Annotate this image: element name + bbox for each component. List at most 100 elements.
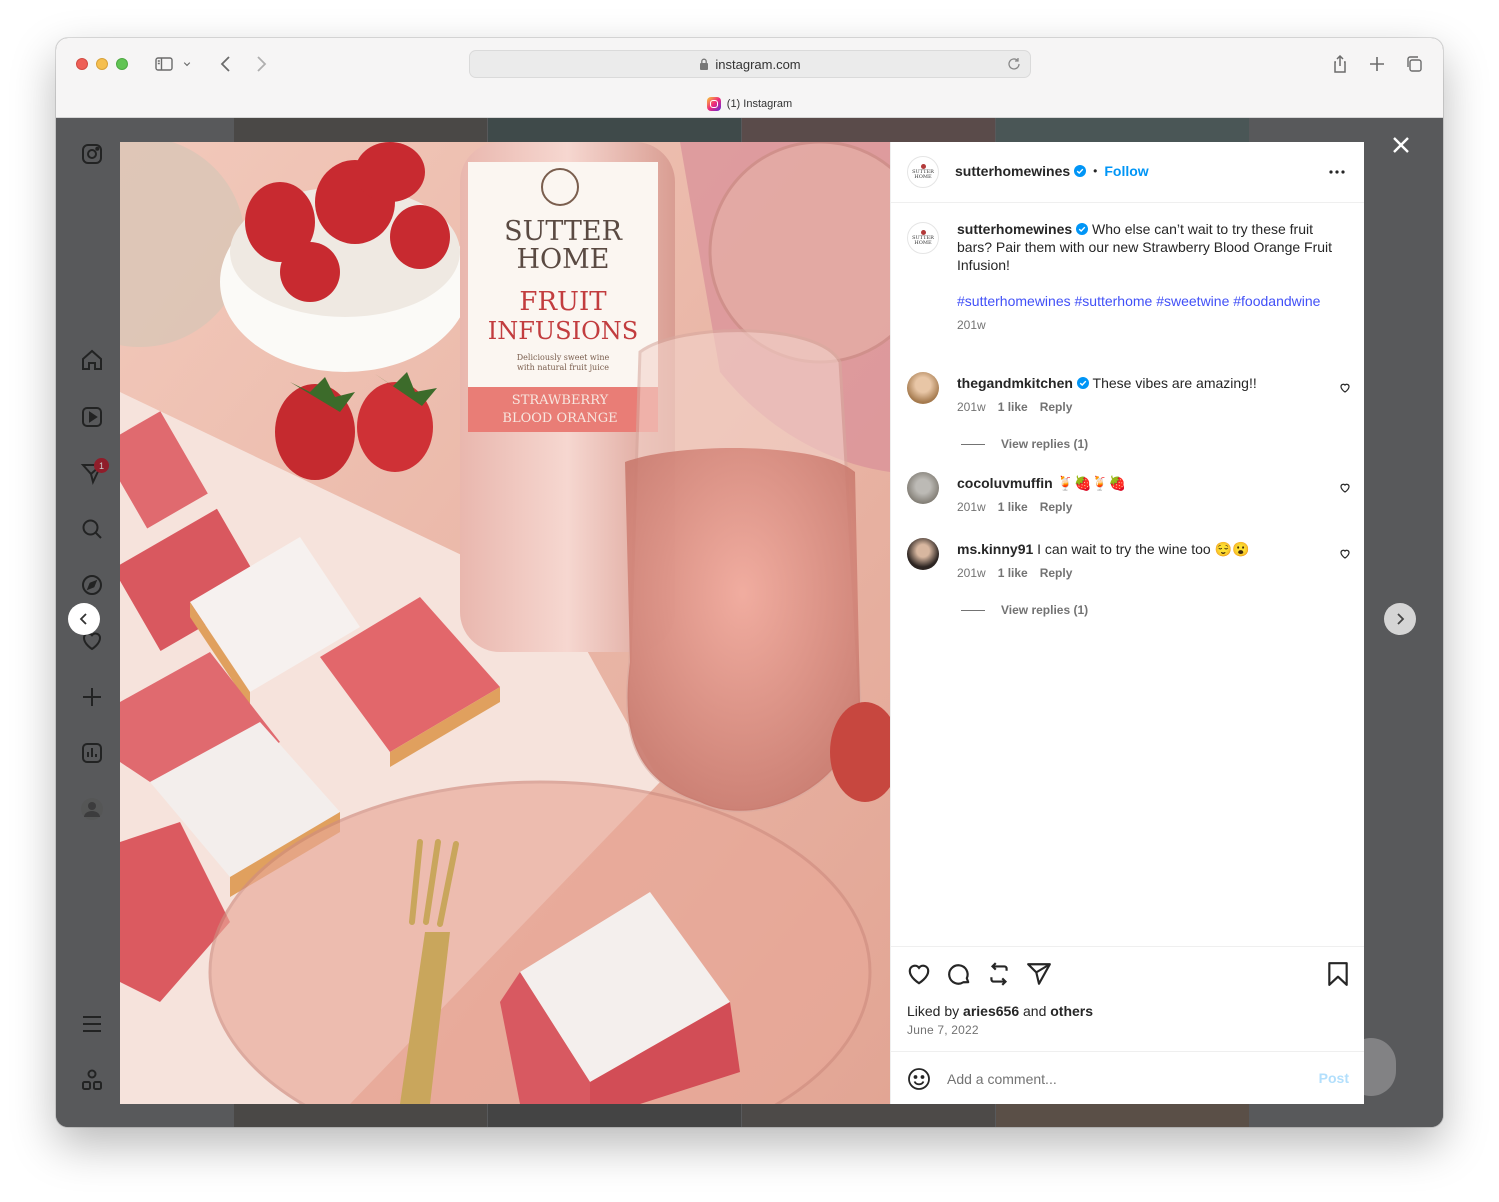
bottle-line-1: FRUIT [519,287,607,317]
background-tile [234,1104,487,1127]
comment: ms.kinny91 I can wait to try the wine to… [957,540,1337,582]
background-tile [488,1104,741,1127]
reply-button[interactable]: Reply [1040,500,1073,514]
post-detail-panel: SUTTER HOME sutterhomewines • Follow SUT… [890,142,1364,1104]
search-icon[interactable] [80,517,104,541]
caption: sutterhomewines Who else can’t wait to t… [957,220,1337,334]
comment-text: These vibes are amazing!! [1092,375,1257,391]
comment-username[interactable]: thegandmkitchen [957,375,1073,391]
bottle-flavor-1: STRAWBERRY [512,393,609,408]
post-date: June 7, 2022 [907,1023,979,1037]
tab-overview-icon[interactable] [1402,52,1426,76]
reels-icon[interactable] [80,405,104,429]
lock-icon [700,58,709,70]
save-bookmark-icon[interactable] [1325,961,1351,987]
emoji-icon[interactable] [907,1067,931,1091]
background-tile [488,118,741,142]
post-photo-illustration: SUTTER HOME FRUIT INFUSIONS Deliciously … [120,142,890,1104]
tab-title[interactable]: (1) Instagram [56,96,1443,112]
verified-badge-icon [1076,377,1089,389]
verified-badge-icon [1074,165,1087,177]
bottle-tag-1: Deliciously sweet wine [517,353,610,362]
instagram-favicon-icon [706,97,721,111]
caption-username[interactable]: sutterhomewines [957,221,1072,237]
comment-composer: Post [891,1051,1364,1104]
like-heart-icon[interactable] [906,961,932,987]
next-post-button[interactable] [1384,603,1416,635]
more-options-icon[interactable] [1327,162,1347,182]
caption-hashtags[interactable]: #sutterhomewines #sutterhome #sweetwine … [957,292,1337,310]
reply-button[interactable]: Reply [1040,400,1073,414]
chevron-down-icon[interactable] [180,52,194,76]
share-icon[interactable] [1328,52,1352,76]
background-tile [742,1104,995,1127]
previous-post-button[interactable] [68,603,100,635]
comment: thegandmkitchen These vibes are amazing!… [957,374,1337,416]
minimize-window-button[interactable] [96,58,108,70]
back-arrow-icon[interactable] [214,52,238,76]
browser-window: instagram.com (1) Instagram 1 SUTTER HOM… [56,38,1443,1127]
view-replies-button[interactable]: View replies (1) [961,603,1088,617]
share-paper-plane-icon[interactable] [1026,961,1052,987]
author-avatar[interactable]: SUTTER HOME [907,156,939,188]
zoom-window-button[interactable] [116,58,128,70]
address-text: instagram.com [715,56,801,72]
author-username[interactable]: sutterhomewines [955,163,1070,179]
commenter-avatar[interactable] [907,538,939,570]
background-tile [996,1104,1249,1127]
like-comment-heart-icon[interactable] [1339,482,1351,494]
more-apps-icon[interactable] [80,1068,104,1092]
comment-text: 🍹🍓🍹🍓 [1056,475,1127,491]
background-tile [234,118,487,142]
close-modal-icon[interactable] [1391,135,1411,155]
bottle-line-2: INFUSIONS [488,317,638,345]
like-comment-heart-icon[interactable] [1339,382,1351,394]
reply-button[interactable]: Reply [1040,566,1073,580]
menu-hamburger-icon[interactable] [80,1012,104,1036]
avatar-text: HOME [914,240,932,246]
liked-by-user[interactable]: aries656 [963,1003,1019,1019]
insights-chart-icon[interactable] [80,741,104,765]
view-replies-button[interactable]: View replies (1) [961,437,1088,451]
follow-button[interactable]: Follow [1104,163,1148,179]
profile-avatar[interactable] [80,797,104,821]
comment-username[interactable]: cocoluvmuffin [957,475,1053,491]
comment: cocoluvmuffin 🍹🍓🍹🍓 201w 1 like Reply [957,474,1337,516]
instagram-logo-icon[interactable] [80,142,104,166]
post-photo[interactable]: SUTTER HOME FRUIT INFUSIONS Deliciously … [120,142,890,1104]
address-bar[interactable]: instagram.com [469,50,1031,78]
comment-age: 201w [957,566,986,580]
liked-by-others[interactable]: others [1050,1003,1093,1019]
commenter-avatar[interactable] [907,472,939,504]
create-plus-icon[interactable] [80,685,104,709]
comment-likes[interactable]: 1 like [998,500,1028,514]
commenter-avatar[interactable] [907,372,939,404]
new-tab-icon[interactable] [1365,52,1389,76]
background-tile [742,118,995,142]
liked-by: Liked by aries656 and others [907,1003,1093,1019]
bottle-brand-line-2: HOME [516,244,609,275]
reload-icon[interactable] [1006,56,1022,72]
avatar-text: HOME [914,174,932,180]
home-icon[interactable] [80,348,104,372]
like-comment-heart-icon[interactable] [1339,548,1351,560]
explore-compass-icon[interactable] [80,573,104,597]
comment-bubble-icon[interactable] [946,961,972,987]
verified-badge-icon [1076,223,1089,235]
forward-arrow-icon[interactable] [249,52,273,76]
comment-input[interactable] [947,1069,1287,1089]
caption-author-avatar[interactable]: SUTTER HOME [907,222,939,254]
post-comment-button[interactable]: Post [1319,1070,1349,1086]
comment-age: 201w [957,500,986,514]
chevron-right-icon [1397,613,1405,625]
comment-username[interactable]: ms.kinny91 [957,541,1033,557]
page-content: 1 SUTTER HOME FRUIT INFUSIONS Deliciousl… [56,118,1443,1127]
comment-likes[interactable]: 1 like [998,566,1028,580]
comment-age: 201w [957,400,986,414]
comment-text: I can wait to try the wine too 😌😮 [1037,541,1250,557]
separator-dot: • [1093,164,1098,178]
sidebar-toggle-icon[interactable] [152,52,176,76]
close-window-button[interactable] [76,58,88,70]
comment-likes[interactable]: 1 like [998,400,1028,414]
repost-icon[interactable] [986,961,1012,987]
